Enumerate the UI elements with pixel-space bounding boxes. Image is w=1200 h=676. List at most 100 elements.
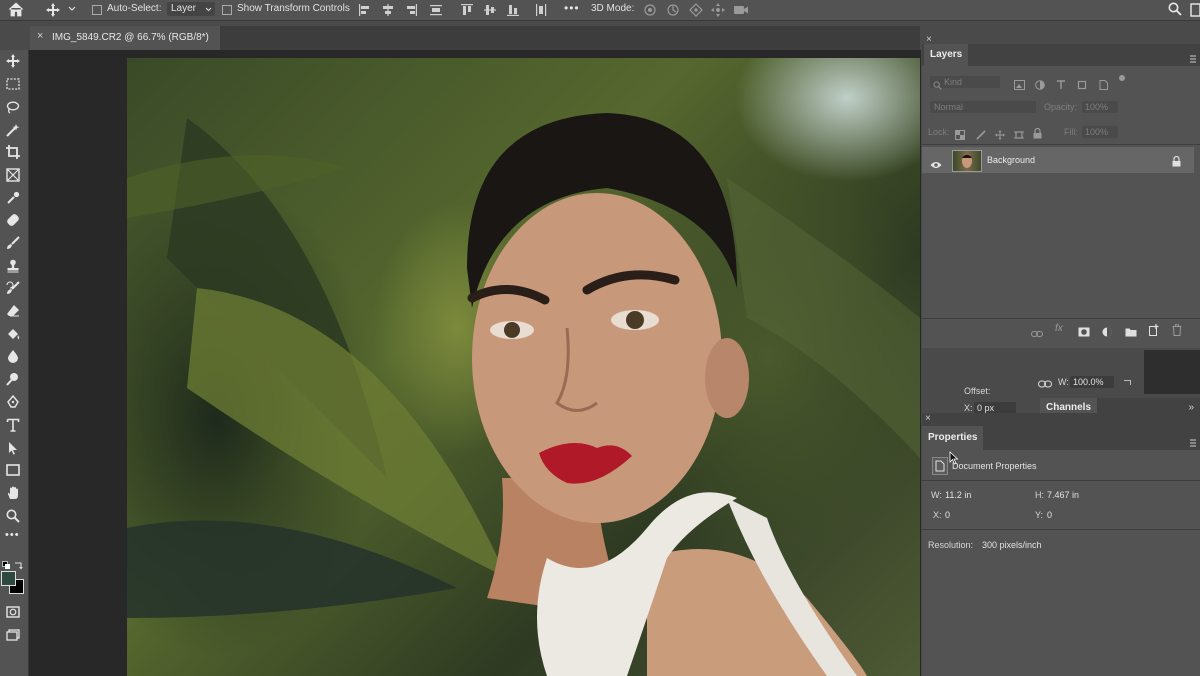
crop-tool-icon[interactable] (4, 143, 22, 161)
document-tab-title: IMG_5849.CR2 @ 66.7% (RGB/8*) (52, 32, 209, 43)
new-layer-icon[interactable] (1149, 323, 1160, 341)
layer-row[interactable]: Background (922, 147, 1194, 173)
healing-brush-tool-icon[interactable] (4, 211, 22, 229)
doc-x-value[interactable]: 0 (945, 510, 950, 520)
offset-w-field[interactable]: 100.0% (1070, 376, 1114, 388)
layer-filter-field[interactable]: Kind (930, 76, 1000, 90)
link-layers-icon[interactable] (1031, 325, 1043, 343)
doc-height-value[interactable]: 7.467 in (1047, 490, 1079, 500)
move-tool-icon[interactable] (46, 3, 60, 17)
chevron-down-icon[interactable] (68, 6, 76, 12)
hand-tool-icon[interactable] (4, 484, 22, 502)
adjustment-filter-icon[interactable] (1035, 77, 1045, 95)
marquee-tool-icon[interactable] (4, 75, 22, 93)
rectangle-tool-icon[interactable] (4, 461, 22, 479)
foreground-color-swatch[interactable] (1, 571, 16, 586)
layer-filter-value: Kind (944, 77, 963, 87)
3d-slide-icon[interactable] (711, 3, 725, 17)
close-tab-icon[interactable]: × (37, 30, 43, 42)
new-group-icon[interactable] (1125, 324, 1137, 342)
align-center-icon[interactable] (381, 3, 395, 17)
quick-mask-icon[interactable] (4, 603, 22, 621)
options-bar: Auto-Select: Layer Show Transform Contro… (0, 0, 1200, 21)
close-panel-icon[interactable]: × (925, 413, 931, 424)
clone-stamp-tool-icon[interactable] (4, 257, 22, 275)
distribute-icon[interactable] (429, 3, 443, 17)
3d-roll-icon[interactable] (666, 3, 680, 17)
auto-select-dropdown[interactable]: Layer (167, 2, 215, 16)
fx-icon[interactable]: fx (1055, 323, 1063, 334)
3d-orbit-icon[interactable] (643, 3, 657, 17)
doc-width-value[interactable]: 11.2 in (945, 490, 971, 500)
search-icon[interactable] (1168, 2, 1182, 16)
lock-all-icon[interactable] (1033, 126, 1042, 144)
history-brush-tool-icon[interactable] (4, 279, 22, 297)
link-icon[interactable] (1038, 376, 1052, 394)
frame-tool-icon[interactable] (4, 166, 22, 184)
document-tab[interactable]: × IMG_5849.CR2 @ 66.7% (RGB/8*) (30, 26, 220, 50)
move-tool-icon[interactable] (4, 52, 22, 70)
lock-position-icon[interactable] (995, 127, 1005, 145)
workspace-icon[interactable] (1190, 3, 1200, 17)
edit-toolbar-button[interactable]: ••• (5, 529, 20, 541)
offset-x-label: X: (964, 403, 973, 413)
blend-mode-dropdown[interactable]: Normal (930, 101, 1036, 113)
more-options-button[interactable]: ••• (564, 1, 580, 15)
eyedropper-tool-icon[interactable] (4, 189, 22, 207)
panel-menu-icon[interactable] (1190, 50, 1196, 68)
dodge-tool-icon[interactable] (4, 370, 22, 388)
layers-tab[interactable]: Layers (924, 44, 969, 66)
lock-label: Lock: (928, 127, 950, 137)
type-tool-icon[interactable] (4, 416, 22, 434)
distribute-vertical-icon[interactable] (534, 3, 548, 17)
pixel-filter-icon[interactable] (1014, 77, 1025, 95)
type-filter-icon[interactable] (1056, 77, 1066, 95)
align-right-icon[interactable] (404, 3, 418, 17)
align-middle-icon[interactable] (483, 3, 497, 17)
pen-tool-icon[interactable] (4, 393, 22, 411)
brush-tool-icon[interactable] (4, 234, 22, 252)
transform-controls-checkbox[interactable] (222, 5, 232, 15)
doc-width-label: W: (931, 490, 942, 500)
paint-bucket-tool-icon[interactable] (4, 325, 22, 343)
3d-camera-icon[interactable] (733, 3, 749, 17)
layers-panel-header: × Layers (922, 34, 1200, 68)
offset-label: Offset: (964, 386, 991, 396)
auto-select-checkbox[interactable] (92, 5, 102, 15)
path-selection-tool-icon[interactable] (4, 439, 22, 457)
align-bottom-icon[interactable] (506, 3, 520, 17)
lock-artboard-icon[interactable] (1014, 127, 1024, 145)
magic-wand-tool-icon[interactable] (4, 121, 22, 139)
add-mask-icon[interactable] (1078, 324, 1090, 342)
lock-icon[interactable] (1172, 154, 1181, 172)
smart-object-filter-icon[interactable] (1098, 77, 1108, 95)
eye-icon[interactable] (930, 156, 942, 174)
blur-tool-icon[interactable] (4, 347, 22, 365)
adjustment-layer-icon[interactable] (1102, 324, 1112, 342)
properties-tab[interactable]: Properties (922, 426, 984, 450)
align-top-icon[interactable] (460, 3, 474, 17)
panel-menu-icon[interactable] (1190, 434, 1196, 452)
document-icon (932, 457, 948, 475)
document-canvas-photo[interactable] (127, 58, 920, 676)
shape-filter-icon[interactable] (1077, 77, 1087, 95)
doc-y-value[interactable]: 0 (1047, 510, 1052, 520)
fill-field[interactable]: 100% (1082, 126, 1118, 138)
eraser-tool-icon[interactable] (4, 302, 22, 320)
screen-mode-icon[interactable] (4, 626, 22, 644)
opacity-field[interactable]: 100% (1082, 101, 1118, 113)
lasso-tool-icon[interactable] (4, 98, 22, 116)
portrait-image (127, 113, 920, 676)
collapse-panel-icon[interactable]: » (1188, 402, 1194, 413)
lock-image-icon[interactable] (976, 127, 986, 145)
link-bracket-icon (1124, 380, 1131, 385)
cursor-icon (949, 451, 959, 470)
delete-layer-icon[interactable] (1172, 323, 1182, 341)
align-left-icon[interactable] (358, 3, 372, 17)
filter-toggle-icon[interactable] (1119, 75, 1125, 81)
layers-footer-divider (922, 318, 1200, 319)
lock-transparent-icon[interactable] (955, 127, 965, 145)
3d-pan-icon[interactable] (689, 3, 703, 17)
zoom-tool-icon[interactable] (4, 507, 22, 525)
home-icon[interactable] (8, 2, 24, 17)
